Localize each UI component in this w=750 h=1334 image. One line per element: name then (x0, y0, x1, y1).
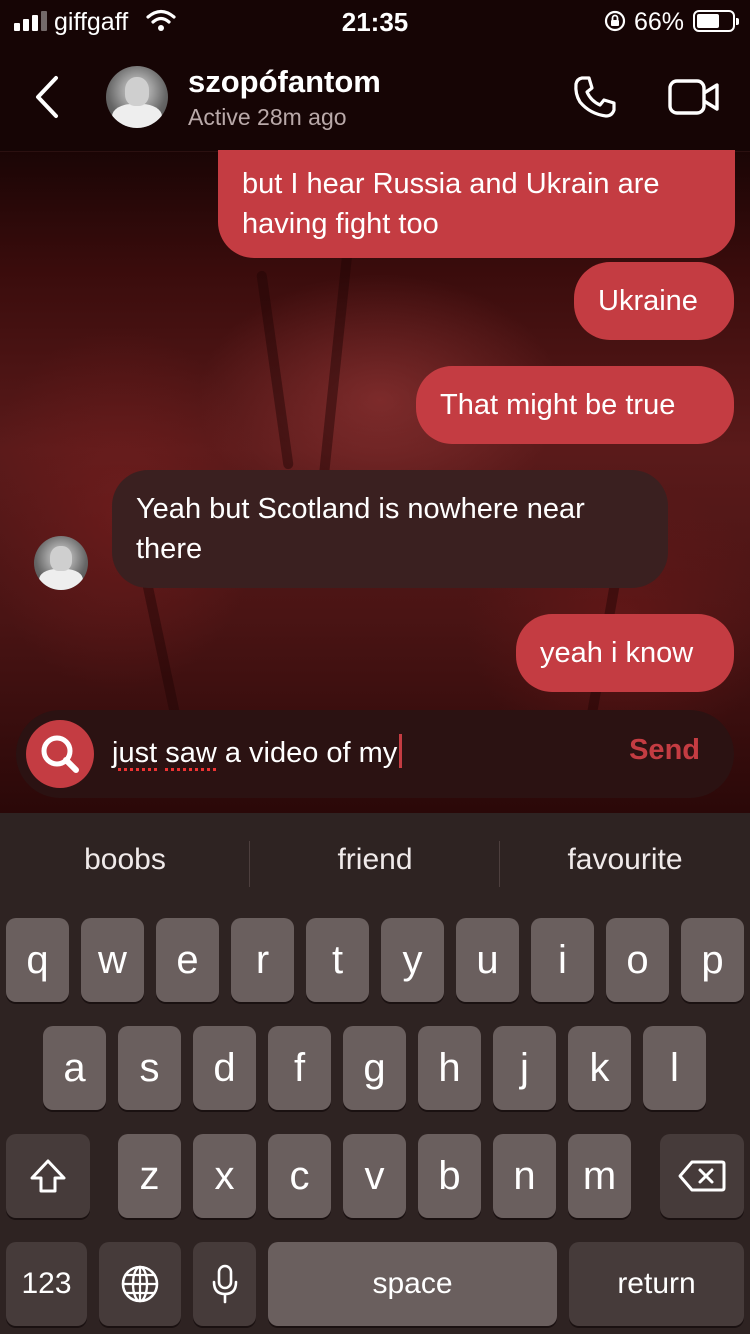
predictive-bar: boobs friend favourite (0, 813, 750, 913)
message-text: Ukraine (598, 285, 698, 317)
key-r[interactable]: r (231, 918, 294, 1002)
typed-text: a video of my (216, 737, 398, 769)
search-button[interactable] (26, 720, 94, 788)
battery-icon (693, 10, 739, 32)
key-x[interactable]: x (193, 1134, 256, 1218)
key-h[interactable]: h (418, 1026, 481, 1110)
key-f[interactable]: f (268, 1026, 331, 1110)
background-texture (256, 270, 294, 470)
search-icon (41, 735, 79, 773)
key-a[interactable]: a (43, 1026, 106, 1110)
microphone-icon (212, 1264, 237, 1304)
battery-percentage: 66% (634, 8, 685, 36)
wifi-icon (146, 9, 176, 31)
numbers-key[interactable]: 123 (6, 1242, 87, 1326)
dictation-key[interactable] (193, 1242, 256, 1326)
key-e[interactable]: e (156, 918, 219, 1002)
key-i[interactable]: i (531, 918, 594, 1002)
keyboard: boobs friend favourite q w e r t y u i o… (0, 813, 750, 1334)
chat-header: szopófantom Active 28m ago (0, 44, 750, 152)
message-text: but I hear Russia and Ukrain are having … (242, 168, 660, 240)
phone-call-icon[interactable] (572, 74, 618, 120)
contact-avatar[interactable] (106, 66, 168, 128)
rotation-lock-icon (604, 10, 626, 32)
space-key[interactable]: space (268, 1242, 557, 1326)
prediction-3[interactable]: favourite (500, 843, 750, 877)
delete-key[interactable] (660, 1134, 744, 1218)
key-o[interactable]: o (606, 918, 669, 1002)
sent-message[interactable]: Ukraine (574, 262, 734, 340)
shift-arrow-icon (30, 1159, 66, 1193)
misspelled-word: just (112, 737, 158, 769)
cellular-signal-icon (14, 11, 48, 31)
key-p[interactable]: p (681, 918, 744, 1002)
message-text: That might be true (440, 389, 676, 421)
message-text: Yeah but Scotland is nowhere near there (136, 493, 585, 565)
send-button[interactable]: Send (629, 734, 700, 767)
contact-activity-status: Active 28m ago (188, 104, 347, 130)
carrier-name: giffgaff (54, 8, 129, 36)
prediction-2[interactable]: friend (250, 843, 500, 877)
misspelled-word: saw (165, 737, 217, 769)
received-message[interactable]: Yeah but Scotland is nowhere near there (112, 470, 668, 588)
key-u[interactable]: u (456, 918, 519, 1002)
backspace-icon (678, 1160, 726, 1192)
key-l[interactable]: l (643, 1026, 706, 1110)
background-texture (317, 250, 353, 490)
key-k[interactable]: k (568, 1026, 631, 1110)
key-b[interactable]: b (418, 1134, 481, 1218)
key-d[interactable]: d (193, 1026, 256, 1110)
shift-key[interactable] (6, 1134, 90, 1218)
sent-message[interactable]: That might be true (416, 366, 734, 444)
key-g[interactable]: g (343, 1026, 406, 1110)
key-j[interactable]: j (493, 1026, 556, 1110)
message-composer[interactable]: just saw a video of my Send (16, 710, 734, 798)
key-n[interactable]: n (493, 1134, 556, 1218)
return-key[interactable]: return (569, 1242, 744, 1326)
contact-name[interactable]: szopófantom (188, 64, 381, 100)
prediction-1[interactable]: boobs (0, 843, 250, 877)
globe-key[interactable] (99, 1242, 181, 1326)
key-y[interactable]: y (381, 918, 444, 1002)
video-call-icon[interactable] (668, 76, 720, 118)
sent-message[interactable]: but I hear Russia and Ukrain are having … (218, 150, 735, 258)
key-w[interactable]: w (81, 918, 144, 1002)
screen: giffgaff 21:35 66% szopófantom Active 28… (0, 0, 750, 1334)
key-q[interactable]: q (6, 918, 69, 1002)
status-bar: giffgaff 21:35 66% (0, 0, 750, 44)
key-z[interactable]: z (118, 1134, 181, 1218)
sent-message[interactable]: yeah i know (516, 614, 734, 692)
key-s[interactable]: s (118, 1026, 181, 1110)
key-t[interactable]: t (306, 918, 369, 1002)
message-text: yeah i know (540, 637, 694, 669)
message-input[interactable]: just saw a video of my (112, 734, 403, 770)
text-caret (399, 734, 403, 768)
key-v[interactable]: v (343, 1134, 406, 1218)
sender-avatar[interactable] (34, 536, 88, 590)
globe-icon (121, 1265, 159, 1303)
key-c[interactable]: c (268, 1134, 331, 1218)
back-chevron-icon[interactable] (28, 72, 68, 122)
key-m[interactable]: m (568, 1134, 631, 1218)
